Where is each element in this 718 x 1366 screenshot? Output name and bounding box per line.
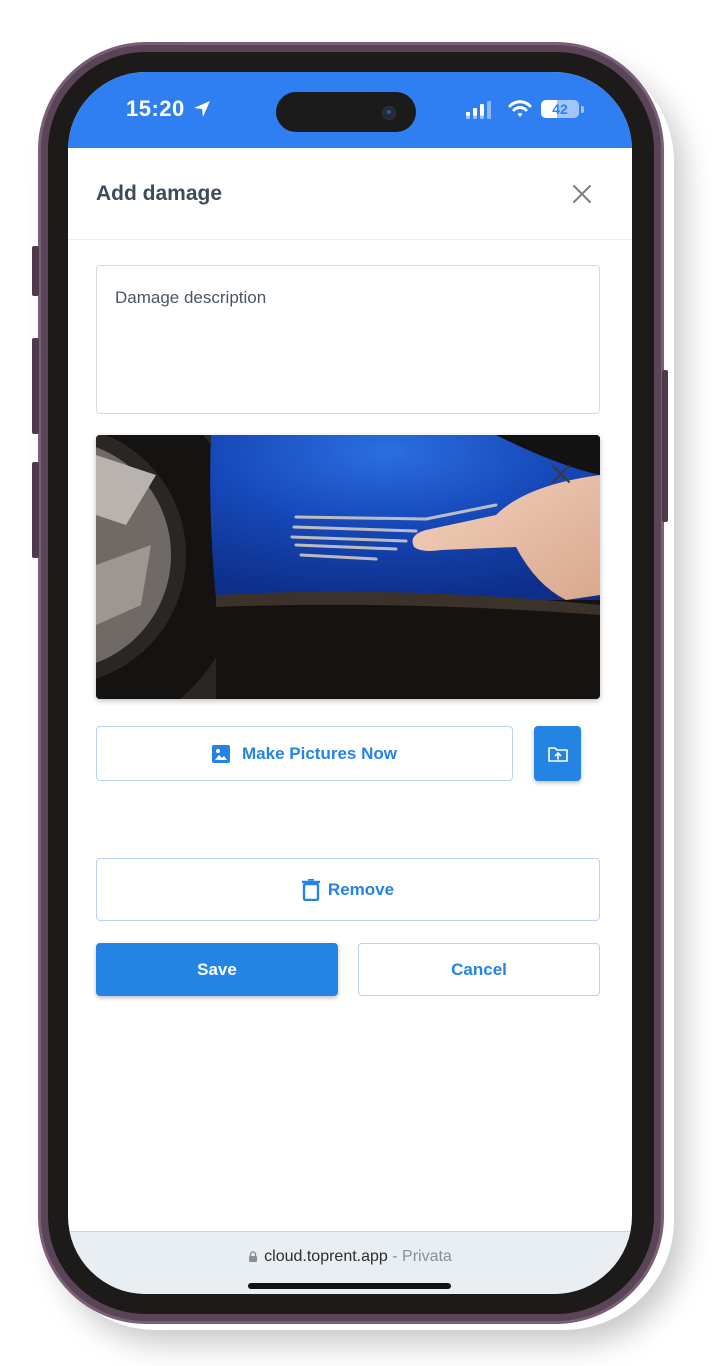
trash-icon (301, 878, 320, 901)
power-button (662, 370, 668, 522)
battery-tip (581, 106, 584, 113)
damage-photo (96, 435, 600, 699)
url-separator: - (387, 1248, 403, 1265)
cancel-label: Cancel (451, 959, 507, 979)
save-button[interactable]: Save (96, 943, 338, 996)
remove-label: Remove (327, 879, 395, 899)
battery-icon: 42 (541, 100, 579, 118)
upload-picture-button[interactable] (534, 726, 581, 781)
lock-icon (249, 1251, 258, 1262)
wifi-icon (508, 100, 532, 117)
status-time: 15:20 (126, 96, 185, 121)
url-text[interactable]: cloud.toprent.app - Privata (68, 1248, 632, 1266)
save-label: Save (197, 959, 237, 979)
make-pictures-button[interactable]: Make Pictures Now (96, 726, 513, 781)
damage-description-field (96, 265, 600, 414)
dynamic-island (276, 92, 416, 132)
battery-percent: 42 (552, 101, 568, 117)
folder-upload-icon (547, 746, 568, 762)
make-pictures-label: Make Pictures Now (242, 743, 397, 763)
browsing-mode: Privata (402, 1248, 452, 1265)
volume-up-button (32, 338, 39, 434)
modal-header: Add damage (68, 148, 632, 240)
image-icon (212, 744, 231, 763)
remove-button[interactable]: Remove (96, 858, 600, 921)
damage-photo-image (96, 435, 600, 699)
volume-down-button (32, 462, 39, 558)
location-arrow-icon (194, 101, 210, 117)
url-domain: cloud.toprent.app (264, 1248, 388, 1265)
remove-photo-icon[interactable] (549, 462, 573, 486)
status-bar: 15:20 42 (68, 72, 632, 148)
signal-icon (466, 101, 491, 119)
modal-title: Add damage (96, 182, 223, 205)
cancel-button[interactable]: Cancel (358, 943, 600, 996)
camera-icon (382, 106, 396, 120)
browser-url-bar[interactable]: cloud.toprent.app - Privata (68, 1231, 632, 1294)
phone-screen: 15:20 42 Add damage Damage description M… (68, 72, 632, 1294)
close-icon[interactable] (570, 182, 594, 206)
action-button (32, 246, 39, 296)
home-indicator[interactable] (248, 1283, 451, 1289)
damage-description-input[interactable] (97, 266, 599, 413)
